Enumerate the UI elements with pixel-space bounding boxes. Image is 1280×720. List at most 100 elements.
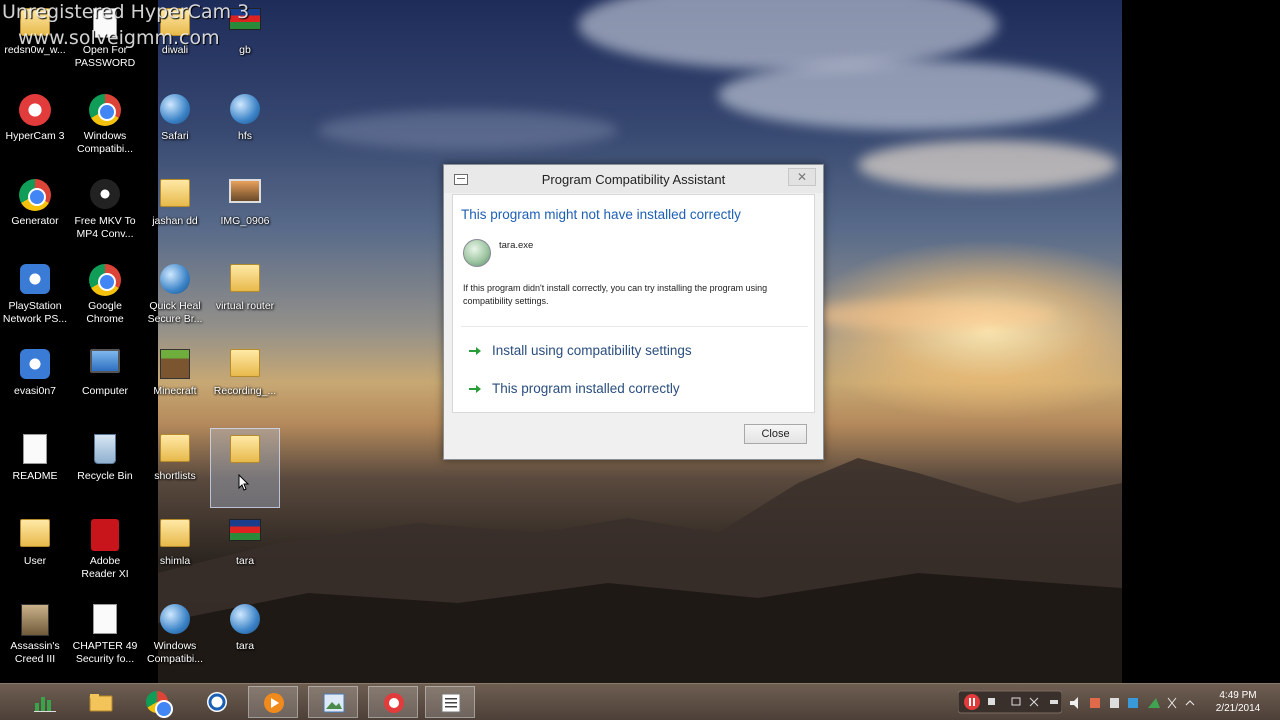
- taskbar-hypercam[interactable]: [368, 686, 418, 718]
- program-icon: [463, 239, 491, 267]
- desktop-icon[interactable]: User: [0, 513, 70, 593]
- desktop-icon[interactable]: jashan dd: [140, 173, 210, 253]
- folder-icon: [158, 179, 192, 213]
- divider: [461, 326, 808, 327]
- chrome-icon: [88, 264, 122, 298]
- desktop-icon-label: virtual router: [215, 300, 275, 312]
- desktop-icon[interactable]: Windows Compatibi...: [70, 88, 140, 168]
- folder-icon: [228, 349, 262, 383]
- dialog-description: If this program didn't install correctly…: [463, 283, 768, 306]
- desktop-icon[interactable]: Google Chrome: [70, 258, 140, 338]
- desktop-icon-label: hfs: [237, 130, 252, 142]
- close-icon[interactable]: ✕: [788, 168, 816, 186]
- desktop-icon-label: PlayStation Network PS...: [2, 300, 68, 325]
- clock-time[interactable]: 4:49 PM: [1208, 690, 1268, 701]
- desktop-icon-label: evasi0n7: [13, 385, 57, 397]
- desktop-icon-label: HyperCam 3: [5, 130, 65, 142]
- film-icon: [88, 179, 122, 213]
- desktop-icon[interactable]: README: [0, 428, 70, 508]
- desktop-icon-label: Windows Compatibi...: [146, 640, 204, 665]
- document-icon: [88, 604, 122, 638]
- arrow-right-icon: [469, 347, 481, 355]
- desktop-icon[interactable]: Safari: [140, 88, 210, 168]
- desktop-icon[interactable]: Minecraft: [140, 343, 210, 423]
- desktop-icon[interactable]: PlayStation Network PS...: [0, 258, 70, 338]
- desktop-icon[interactable]: IMG_0906: [210, 173, 280, 253]
- desktop-icon-label: Quick Heal Secure Br...: [147, 300, 203, 325]
- desktop-icon[interactable]: shortlists: [140, 428, 210, 508]
- list-icon: [441, 693, 461, 713]
- desktop-icon-label: Computer: [81, 385, 129, 397]
- desktop-icon[interactable]: tara: [210, 513, 280, 593]
- compatibility-dialog: Program Compatibility Assistant ✕ This p…: [443, 164, 824, 460]
- taskbar-file-explorer[interactable]: [76, 686, 126, 718]
- dialog-titlebar[interactable]: Program Compatibility Assistant ✕: [444, 165, 823, 193]
- globe-icon: [228, 604, 262, 638]
- installed-correctly-option[interactable]: This program installed correctly: [461, 373, 808, 405]
- install-compat-option[interactable]: Install using compatibility settings: [461, 335, 808, 367]
- desktop-icon[interactable]: Recycle Bin: [70, 428, 140, 508]
- dialog-body: This program might not have installed co…: [452, 194, 815, 413]
- taskbar-app-chart[interactable]: [20, 686, 70, 718]
- folder-icon: [228, 264, 262, 298]
- desktop-icon-label: shortlists: [154, 470, 196, 482]
- recorder-toolbar[interactable]: [958, 690, 1062, 714]
- desktop-icon[interactable]: Recording_...: [210, 343, 280, 423]
- desktop-icon-label: Free MKV To MP4 Conv...: [74, 215, 136, 240]
- taskbar-media-player[interactable]: [248, 686, 298, 718]
- figure-icon: [18, 604, 52, 638]
- watermark-line2: www.solveigmm.com: [18, 27, 220, 49]
- desktop-icon-label: jashan dd: [152, 215, 198, 227]
- desktop-icon[interactable]: evasi0n7: [0, 343, 70, 423]
- desktop-icon[interactable]: HyperCam 3: [0, 88, 70, 168]
- record-icon: [384, 693, 404, 713]
- hypercam-icon: [18, 94, 52, 128]
- desktop-icon[interactable]: Assassin's Creed III: [0, 598, 70, 678]
- desktop-icon-label: IMG_0906: [220, 215, 270, 227]
- desktop-icon-label: Recycle Bin: [77, 470, 133, 482]
- desktop-icon-label: Assassin's Creed III: [10, 640, 60, 665]
- taskbar-paint[interactable]: [308, 686, 358, 718]
- right-black-bar: [1122, 0, 1280, 683]
- taskbar: 4:49 PM 2/21/2014: [0, 683, 1280, 720]
- system-tray: 4:49 PM 2/21/2014: [958, 687, 1278, 718]
- desktop-icon[interactable]: Generator: [0, 173, 70, 253]
- watermark-line1: Unregistered HyperCam 3: [2, 1, 250, 23]
- folder-icon: [158, 434, 192, 468]
- desktop-icon-label: Generator: [11, 215, 59, 227]
- tray-icons[interactable]: [1068, 695, 1198, 711]
- chrome-icon: [18, 179, 52, 213]
- desktop-icon[interactable]: Windows Compatibi...: [140, 598, 210, 678]
- recycle-bin-icon: [88, 434, 122, 468]
- close-button[interactable]: Close: [744, 424, 807, 444]
- play-icon: [264, 693, 284, 713]
- desktop-icon[interactable]: Adobe Reader XI: [70, 513, 140, 593]
- taskbar-chrome[interactable]: [133, 686, 183, 718]
- desktop-icon-label: User: [23, 555, 47, 567]
- mouse-cursor-icon: [238, 474, 250, 491]
- flag-icon: [228, 519, 262, 553]
- desktop-icon[interactable]: virtual router: [210, 258, 280, 338]
- taskbar-browser[interactable]: [192, 686, 242, 718]
- desktop-icon-label: gb: [239, 44, 251, 56]
- desktop-icon[interactable]: Quick Heal Secure Br...: [140, 258, 210, 338]
- gear-icon: [18, 264, 52, 298]
- desktop-icon-label: tara: [235, 555, 255, 567]
- mountain-silhouette: [158, 458, 1122, 683]
- desktop-icon[interactable]: [210, 428, 280, 508]
- chart-icon: [34, 697, 56, 712]
- desktop-icon-label: Minecraft: [153, 385, 197, 397]
- clock-date[interactable]: 2/21/2014: [1208, 703, 1268, 714]
- windows-icon: [158, 604, 192, 638]
- gear-icon: [18, 349, 52, 383]
- desktop-icon[interactable]: CHAPTER 49 Security fo...: [70, 598, 140, 678]
- desktop-icon[interactable]: Computer: [70, 343, 140, 423]
- taskbar-notepad[interactable]: [425, 686, 475, 718]
- desktop-icon[interactable]: hfs: [210, 88, 280, 168]
- desktop-icon-label: tara: [235, 640, 255, 652]
- desktop-icon[interactable]: Free MKV To MP4 Conv...: [70, 173, 140, 253]
- desktop-icon[interactable]: shimla: [140, 513, 210, 593]
- browser-icon: [207, 692, 227, 712]
- desktop-icon[interactable]: tara: [210, 598, 280, 678]
- folder-icon: [18, 519, 52, 553]
